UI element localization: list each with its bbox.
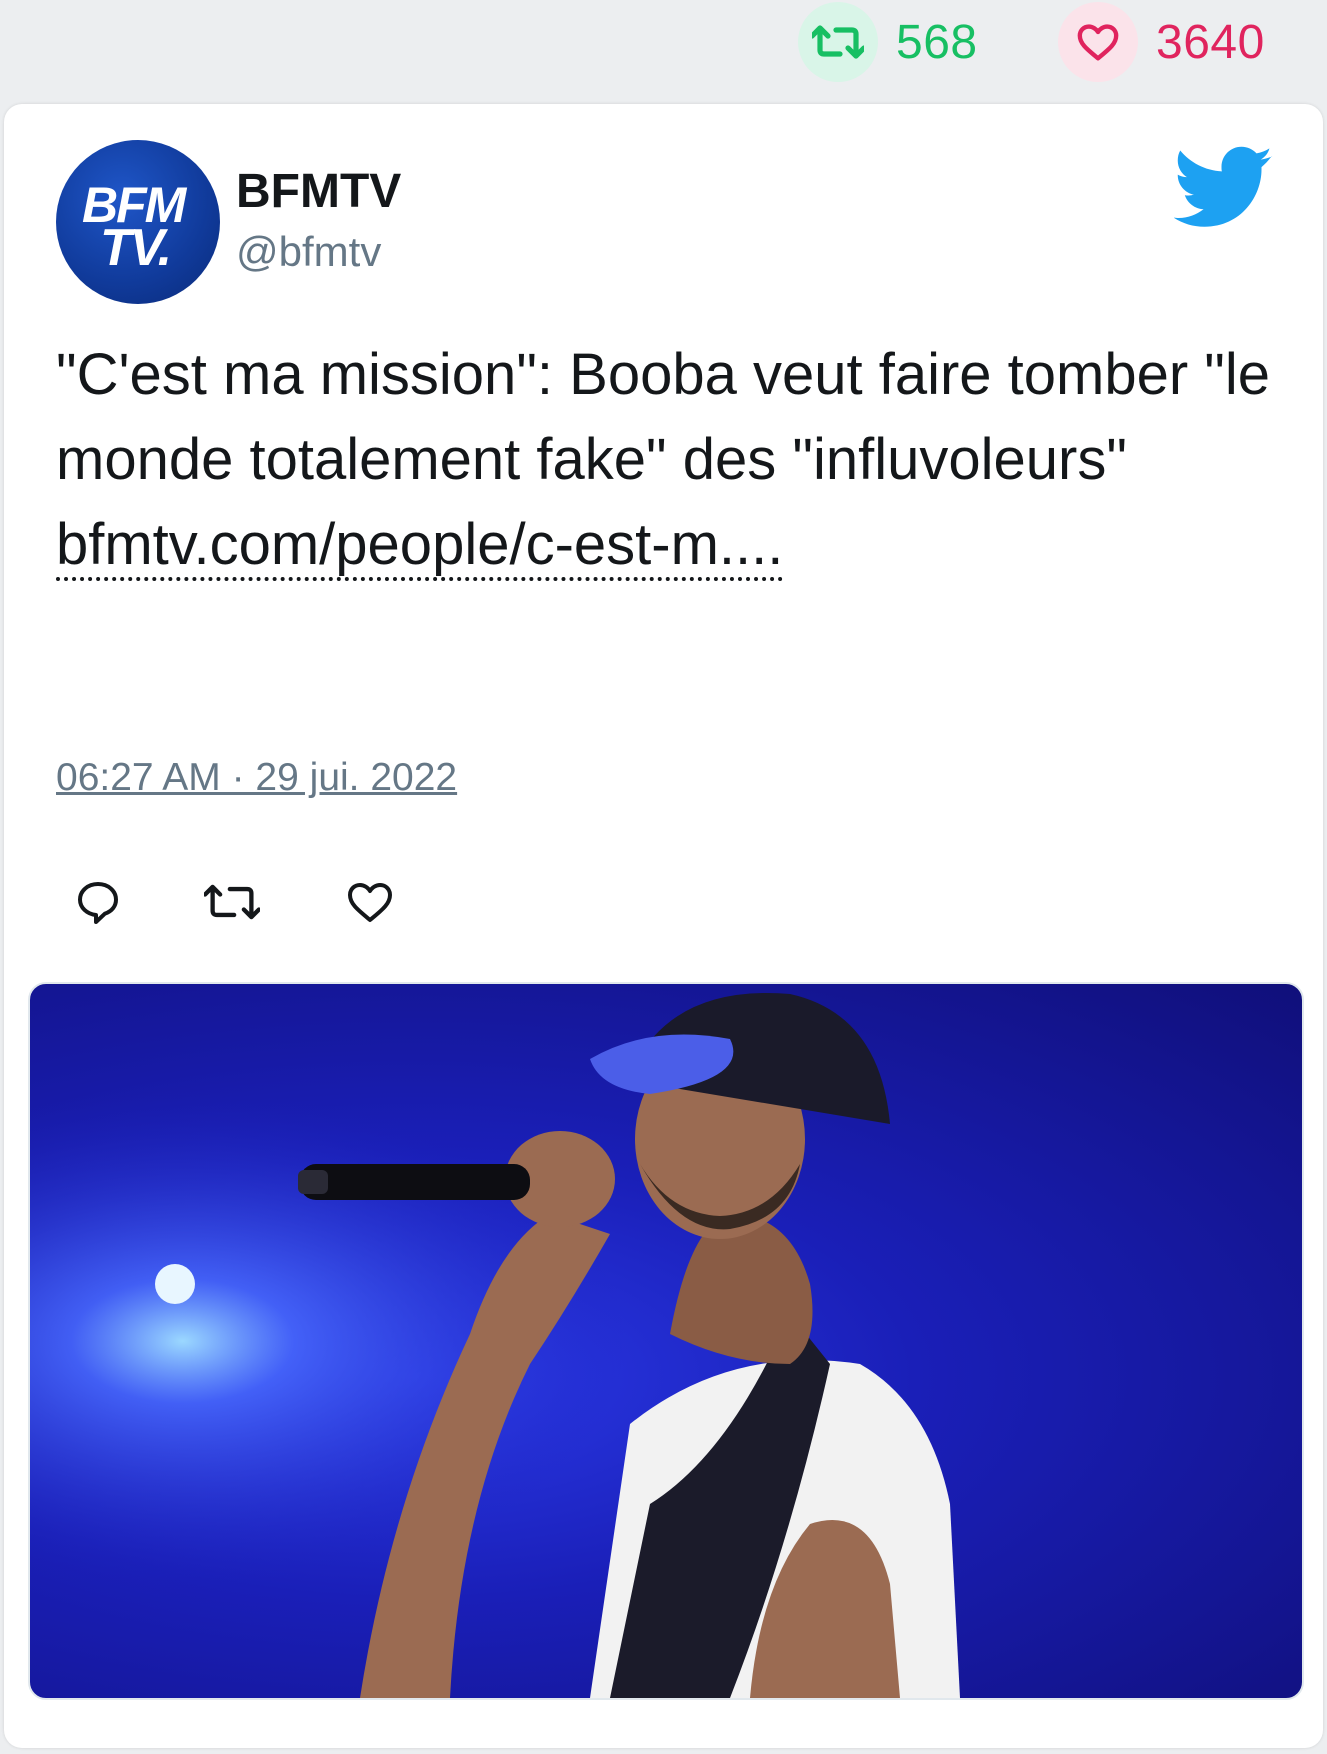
- retweet-count: 568: [896, 15, 978, 69]
- retweet-action-icon[interactable]: [202, 872, 262, 932]
- tweet-link[interactable]: bfmtv.com/people/c-est-m....: [56, 512, 784, 581]
- avatar[interactable]: BFM TV.: [56, 140, 220, 304]
- tweet-body: "C'est ma mission": Booba veut faire tom…: [56, 342, 1271, 492]
- tweet-timestamp[interactable]: 06:27 AM · 29 jui. 2022: [56, 756, 457, 800]
- author-name[interactable]: BFMTV: [236, 164, 401, 219]
- retweet-stat[interactable]: 568: [798, 0, 978, 84]
- retweet-icon[interactable]: [798, 2, 878, 82]
- twitter-bird-icon[interactable]: [1173, 146, 1274, 230]
- avatar-logo-line2: TV.: [100, 219, 172, 277]
- like-action-icon[interactable]: [340, 872, 400, 932]
- author-handle[interactable]: @bfmtv: [236, 228, 381, 276]
- concert-photo: [30, 984, 1302, 1698]
- like-count: 3640: [1156, 15, 1265, 69]
- reply-icon[interactable]: [68, 872, 128, 932]
- tweet-media-image[interactable]: [28, 982, 1304, 1700]
- tweet-text: "C'est ma mission": Booba veut faire tom…: [56, 332, 1276, 587]
- tweet-card: BFM TV. BFMTV @bfmtv "C'est ma mission":…: [4, 104, 1323, 1748]
- heart-icon[interactable]: [1058, 2, 1138, 82]
- like-stat[interactable]: 3640: [1058, 0, 1265, 84]
- stats-bar: 568 3640: [0, 0, 1327, 100]
